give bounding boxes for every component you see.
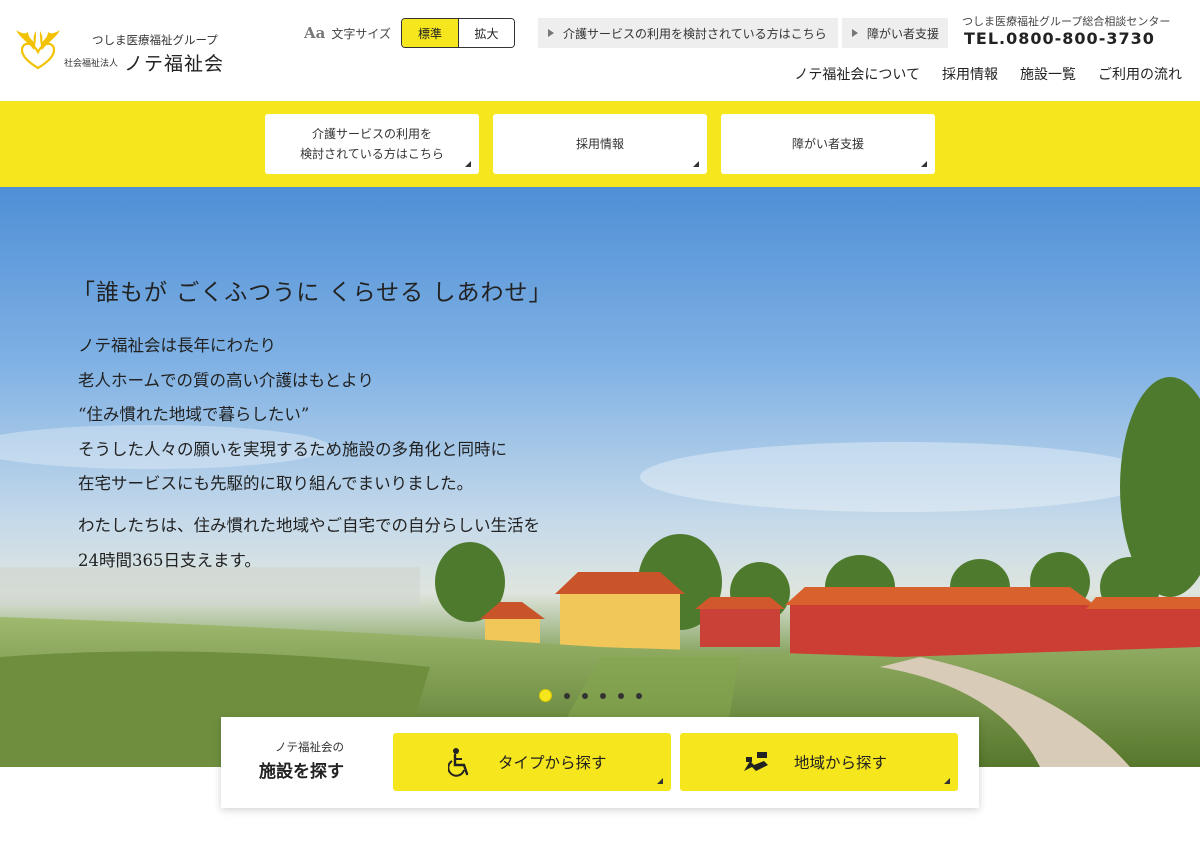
hero-copy-line: そうした人々の願いを実現するため施設の多角化と同時に	[78, 439, 507, 459]
wheelchair-icon	[448, 747, 474, 777]
search-by-type-label: タイプから探す	[498, 754, 607, 772]
org-name: ノテ福祉会	[124, 53, 225, 75]
nav-usage-flow[interactable]: ご利用の流れ	[1098, 64, 1182, 84]
corner-arrow-icon	[465, 161, 471, 167]
map-icon	[742, 749, 770, 775]
slider-dot[interactable]	[600, 692, 606, 699]
slider-dot[interactable]	[564, 692, 570, 699]
slider-dot[interactable]	[636, 692, 642, 699]
hero-copy-line: 老人ホームでの質の高い介護はもとより	[78, 370, 374, 390]
font-size-label: 文字サイズ	[331, 26, 391, 41]
slider-dot[interactable]	[582, 692, 588, 699]
card-care-service-text: 介護サービスの利用を 検討されている方はこちら	[300, 124, 444, 165]
font-size-toggle: 標準 拡大	[401, 18, 515, 48]
card-line: 検討されている方はこちら	[300, 147, 444, 161]
disability-support-link[interactable]: 障がい者支援	[842, 18, 948, 48]
care-service-link[interactable]: 介護サービスの利用を検討されている方はこちら	[538, 18, 838, 48]
slider-dot-active[interactable]	[539, 689, 552, 702]
group-name: つしま医療福祉グループ	[92, 33, 218, 47]
card-disability-support[interactable]: 障がい者支援	[721, 114, 935, 174]
search-by-area-button[interactable]: 地域から探す	[680, 733, 958, 791]
search-by-area-label: 地域から探す	[794, 754, 888, 772]
slider-dots	[539, 689, 642, 702]
card-recruit[interactable]: 採用情報	[493, 114, 707, 174]
font-size-switcher: Aa 文字サイズ 標準 拡大	[304, 18, 515, 48]
facility-search-small-title: ノテ福祉会の	[275, 740, 344, 754]
triangle-right-icon	[852, 29, 858, 37]
disability-support-link-label: 障がい者支援	[867, 26, 940, 41]
card-line: 介護サービスの利用を	[311, 126, 432, 141]
hero-copy-line: わたしたちは、住み慣れた地域やご自宅での自分らしい生活を	[78, 516, 540, 535]
main-nav: ノテ福祉会について 採用情報 施設一覧 ご利用の流れ	[794, 64, 1182, 84]
font-size-standard-button[interactable]: 標準	[402, 19, 458, 47]
facility-search-title: 施設を探す	[259, 762, 344, 782]
site-header: つしま医療福祉グループ 社会福祉法人 ノテ福祉会 Aa 文字サイズ 標準 拡大 …	[0, 0, 1200, 101]
corp-type: 社会福祉法人	[64, 59, 119, 69]
wings-heart-logo-icon	[16, 30, 60, 70]
corner-arrow-icon	[657, 778, 663, 784]
triangle-right-icon	[548, 29, 554, 37]
quick-link-band: 介護サービスの利用を 検討されている方はこちら 採用情報 障がい者支援	[0, 101, 1200, 187]
card-line: 採用情報	[575, 136, 624, 151]
slider-dot[interactable]	[618, 692, 624, 699]
hero-copy-line: 在宅サービスにも先駆的に取り組んでまいりました。	[78, 474, 474, 493]
hero-slider: 「誰もが ごくふつうに くらせる しあわせ」 ノテ福祉会は長年にわたり 老人ホー…	[0, 187, 1200, 767]
hero-copy-2: わたしたちは、住み慣れた地域やご自宅での自分らしい生活を 24時間365日支えま…	[78, 509, 540, 578]
facility-search-box: ノテ福祉会の 施設を探す タイプから探す 地域から探す	[221, 717, 979, 808]
care-service-link-label: 介護サービスの利用を検討されている方はこちら	[563, 26, 827, 41]
hotline-phone[interactable]: TEL.0800-800-3730	[964, 29, 1155, 48]
font-size-icon: Aa	[304, 24, 326, 42]
search-by-type-button[interactable]: タイプから探す	[393, 733, 671, 791]
nav-about[interactable]: ノテ福祉会について	[794, 64, 920, 84]
corner-arrow-icon	[944, 778, 950, 784]
corner-arrow-icon	[921, 161, 927, 167]
hotline-label: つしま医療福祉グループ総合相談センター	[962, 15, 1171, 28]
nav-facilities[interactable]: 施設一覧	[1020, 64, 1076, 84]
hero-copy-line: “住み慣れた地域で暮らしたい”	[78, 405, 310, 424]
hero-copy: ノテ福祉会は長年にわたり 老人ホームでの質の高い介護はもとより “住み慣れた地域…	[78, 329, 507, 502]
site-logo[interactable]: つしま医療福祉グループ 社会福祉法人 ノテ福祉会	[14, 28, 254, 78]
corner-arrow-icon	[693, 161, 699, 167]
font-size-large-button[interactable]: 拡大	[458, 19, 514, 47]
card-care-service[interactable]: 介護サービスの利用を 検討されている方はこちら	[265, 114, 479, 174]
hero-headline: 「誰もが ごくふつうに くらせる しあわせ」	[72, 280, 553, 306]
hero-copy-line: ノテ福祉会は長年にわたり	[78, 336, 276, 355]
card-line: 障がい者支援	[791, 136, 864, 151]
hero-copy-line: 24時間365日支えます。	[78, 550, 261, 570]
nav-recruit[interactable]: 採用情報	[942, 64, 998, 84]
